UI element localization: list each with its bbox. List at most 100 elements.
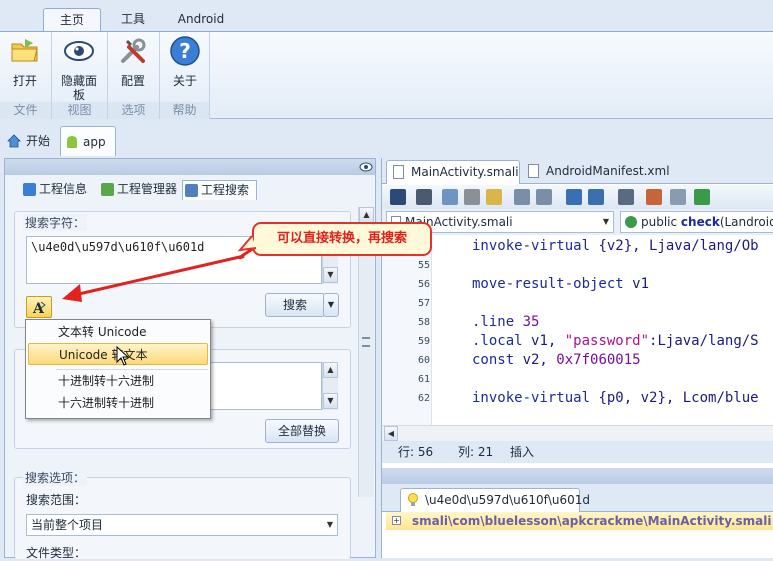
scroll-down-button[interactable]: ▼ [323,267,338,283]
about-button[interactable]: ? 关于 [163,35,207,88]
ribbon-tab-android[interactable]: Android [165,8,237,32]
text-convert-icon: A [32,301,46,315]
editor-status-bar: 行: 56 列: 21 插入 [382,441,773,463]
expand-icon[interactable]: + [392,516,401,525]
search-section-title: 搜索字符： [23,214,88,231]
result-row-path: smali\com\bluelesson\apkcrackme\MainActi… [412,514,772,528]
filetype-label: 文件类型： [26,546,87,560]
redo-icon[interactable] [536,189,552,205]
hide-panel-button[interactable]: 隐藏面板 [57,35,101,102]
replace-input-scrollbar[interactable]: ▲ ▼ [322,362,338,410]
mouse-cursor-icon [116,346,130,366]
doc-tab-app-label: app [83,135,106,149]
tools-icon [121,38,146,63]
group-title-view: 视图 [52,102,107,119]
scroll-down-button[interactable]: ▼ [323,393,338,409]
editor-tab-manifest-label: AndroidManifest.xml [546,164,670,178]
home-icon [7,134,21,148]
line-number: 56 [417,279,430,290]
help-icon: ? [170,36,200,66]
about-button-label: 关于 [172,74,197,88]
line-number-gutter: 545556575859606162 [382,235,432,425]
code-token: {p0, v2}, Lcom/blue [598,390,759,406]
code-line: move-result-object v1 [472,276,649,292]
line-number: 58 [417,317,430,328]
code-token: 0x7f060015 [556,352,641,368]
annotation-callout: 可以直接转换，再搜索 [252,222,432,256]
search-button[interactable]: 搜索 [265,293,325,317]
tab-project-manager-label: 工程管理器 [117,182,178,196]
lock-icon[interactable] [390,189,406,205]
line-number: 60 [417,355,430,366]
scroll-left-button[interactable]: ◀ [384,426,398,441]
tab-project-search-label: 工程搜索 [201,183,250,197]
editor-toolbar [382,185,773,209]
code-token: v1, [531,333,565,349]
eye-icon[interactable] [359,162,373,172]
lightbulb-icon [408,493,418,506]
search-icon [185,184,198,197]
results-tab[interactable]: \u4e0d\u597d\u610f\u601d [400,488,590,512]
replace-all-button[interactable]: 全部替换 [265,419,339,443]
chevron-down-icon: ▼ [602,217,609,226]
ribbon-tab-tools[interactable]: 工具 [108,8,158,32]
list-icon[interactable] [670,189,686,205]
code-token: {v2}, Ljava/lang/Ob [598,238,759,254]
editor-tab-mainactivity[interactable]: MainActivity.smali [386,160,520,184]
tree-icon [101,183,114,196]
run-icon[interactable] [694,189,710,205]
folder-icon [11,39,38,62]
doc-tab-start-label: 开始 [26,134,51,148]
code-editor[interactable]: 545556575859606162 invoke-virtual {v2}, … [382,235,773,425]
results-tab-row: \u4e0d\u597d\u610f\u601d [382,484,773,512]
cut-icon[interactable] [464,189,480,205]
code-token: const [472,352,523,368]
line-number: 57 [417,298,430,309]
method-select[interactable]: public check(Landroid [620,211,773,233]
scroll-up-button[interactable]: ▲ [323,362,338,378]
back-icon[interactable] [566,189,582,205]
menu-item-dec-to-hex[interactable]: 十进制转十六进制 [28,370,208,392]
java-icon[interactable] [646,189,662,205]
line-number: 59 [417,336,430,347]
code-line: const v2, 0x7f060015 [472,352,641,368]
status-mode: 插入 [510,445,535,459]
format-icon[interactable] [618,189,634,205]
code-token: v2, [522,352,557,368]
tab-project-info[interactable]: 工程信息 [21,180,87,200]
forward-icon[interactable] [588,189,604,205]
tab-project-manager[interactable]: 工程管理器 [99,180,177,200]
editor-hscrollbar[interactable]: ◀ [382,425,773,441]
tab-project-search[interactable]: 工程搜索 [182,180,257,200]
search-results-panel: \u4e0d\u597d\u610f\u601d + smali\com\blu… [381,468,773,558]
code-token: 35 [522,314,540,330]
scope-label: 搜索范围： [26,493,87,507]
copy-icon[interactable] [442,189,458,205]
menu-item-text-to-unicode[interactable]: 文本转 Unicode [28,321,208,343]
config-button[interactable]: 配置 [111,35,155,88]
doc-tab-start[interactable]: 开始 [4,128,58,154]
svg-text:?: ? [179,39,191,63]
menu-item-hex-to-dec[interactable]: 十六进制转十进制 [28,392,208,414]
doc-tab-app[interactable]: app [60,126,116,156]
code-token: .line [472,314,523,330]
save-icon[interactable] [416,189,432,205]
chevron-down-icon: ▼ [326,520,333,529]
convert-button[interactable]: A [26,296,52,318]
hide-panel-button-label: 隐藏面板 [61,74,98,102]
open-button[interactable]: 打开 [3,35,47,88]
paste-icon[interactable] [486,189,502,205]
code-line: .line 35 [472,314,539,330]
ribbon-tab-home[interactable]: 主页 [43,8,101,32]
ribbon-tab-strip: 主页 工具 Android [0,0,773,32]
undo-icon[interactable] [514,189,530,205]
ribbon-group-help: ? 关于 帮助 [160,32,210,119]
ribbon-group-view: 隐藏面板 视图 [52,32,108,119]
editor-tab-manifest[interactable]: AndroidManifest.xml [522,160,672,184]
scroll-up-button[interactable]: ▲ [359,207,374,223]
scope-select[interactable]: 当前整个项目 ▼ [26,514,338,536]
result-row[interactable]: + smali\com\bluelesson\apkcrackme\MainAc… [386,512,773,530]
search-dropdown-button[interactable]: ▼ [323,293,339,317]
replace-text-input[interactable] [210,362,322,410]
code-token: invoke-virtual [472,390,599,406]
